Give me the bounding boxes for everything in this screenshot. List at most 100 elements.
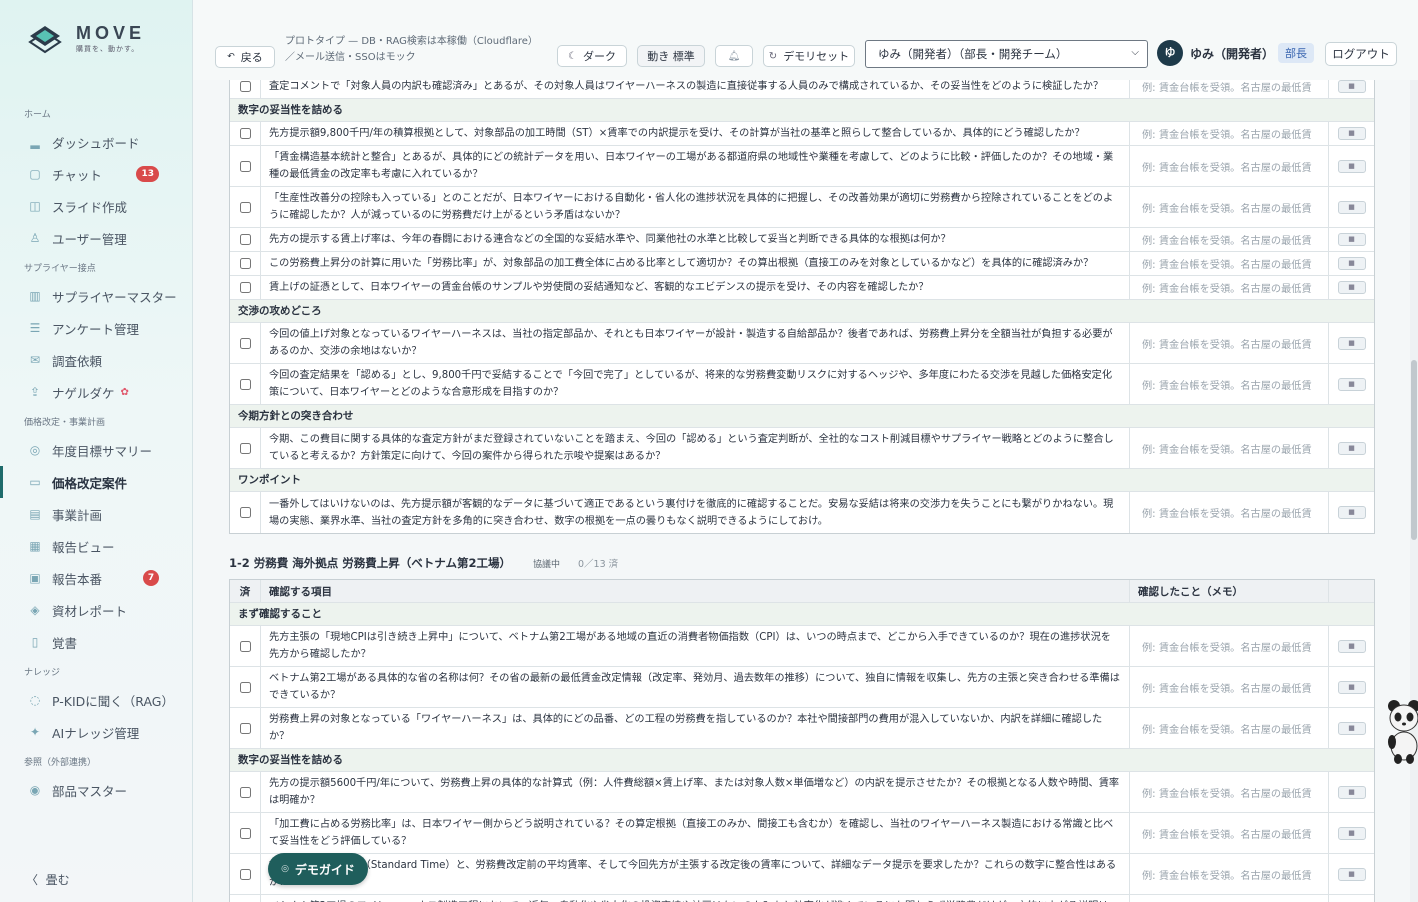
save-memo-button[interactable]: ■ xyxy=(1337,336,1366,350)
memo-input[interactable]: 例: 賃金台帳を受領。名古屋の最低賃 xyxy=(1130,187,1329,227)
action-cell: ■ xyxy=(1329,276,1374,299)
save-memo-button[interactable]: ■ xyxy=(1337,281,1366,294)
sidebar-item[interactable]: ♙ ユーザー管理 xyxy=(0,222,193,254)
save-memo-button[interactable]: ■ xyxy=(1337,200,1366,214)
done-checkbox[interactable] xyxy=(239,160,251,172)
save-memo-button[interactable]: ■ xyxy=(1337,506,1366,519)
dark-mode-button[interactable]: ☾ ダーク xyxy=(557,45,627,67)
memo-input[interactable]: 例: 賃金台帳を受領。名古屋の最低賃 xyxy=(1130,428,1329,468)
sidebar-item[interactable]: ☰ アンケート管理 xyxy=(0,312,193,344)
report-icon: ▦ xyxy=(29,539,41,553)
memo-input[interactable]: 例: 賃金台帳を受領。名古屋の最低賃 xyxy=(1130,276,1329,299)
done-checkbox[interactable] xyxy=(239,337,251,349)
sidebar-item[interactable]: ⇪ ナゲルダケ ✿ xyxy=(0,376,193,408)
done-checkbox[interactable] xyxy=(239,258,251,269)
memo-input[interactable]: 例: 賃金台帳を受領。名古屋の最低賃 xyxy=(1130,708,1329,748)
done-checkbox[interactable] xyxy=(239,234,251,245)
sidebar-item[interactable]: ▯ 覚書 xyxy=(0,626,193,658)
save-memo-button[interactable]: ■ xyxy=(1337,377,1366,391)
notification-button[interactable]: 🔔︎ xyxy=(715,45,753,67)
sidebar-item[interactable]: ✉ 調査依頼 xyxy=(0,344,193,376)
user-role-select-value: ゆみ（開発者）（部長・開発チーム） xyxy=(878,47,1068,61)
table-row: 先方の提示額5600千円/年について、労務費上昇の具体的な計算式（例：人件費総額… xyxy=(230,772,1374,813)
memo-input[interactable]: 例: 賃金台帳を受領。名古屋の最低賃 xyxy=(1130,228,1329,251)
memo-input[interactable]: 例: 賃金台帳を受領。名古屋の最低賃 xyxy=(1130,80,1329,98)
save-memo-button[interactable]: ■ xyxy=(1337,257,1366,270)
memo-input[interactable]: 例: 賃金台帳を受領。名古屋の最低賃 xyxy=(1130,323,1329,363)
brand-logo[interactable]: MOVE 購買を、動かす。 xyxy=(28,24,145,54)
sidebar-item[interactable]: ▥ サプライヤーマスター xyxy=(0,280,193,312)
back-button[interactable]: ↶ 戻る xyxy=(215,46,275,68)
memo-input[interactable]: 例: 賃金台帳を受領。名古屋の最低賃 xyxy=(1130,122,1329,145)
refresh-icon: ↻ xyxy=(768,50,778,62)
save-memo-button[interactable]: ■ xyxy=(1337,826,1366,840)
save-memo-button[interactable]: ■ xyxy=(1337,785,1366,799)
mail-icon: ✉ xyxy=(29,353,41,367)
save-memo-button[interactable]: ■ xyxy=(1337,680,1366,694)
done-cell xyxy=(230,895,261,902)
done-checkbox[interactable] xyxy=(239,378,251,390)
memo-input[interactable]: 例: 賃金台帳を受領。名古屋の最低賃 xyxy=(1130,895,1329,902)
sidebar-item[interactable]: ▂ ダッシュボード xyxy=(0,126,193,158)
memo-input[interactable]: 例: 賃金台帳を受領。名古屋の最低賃 xyxy=(1130,492,1329,533)
scrollbar-thumb[interactable] xyxy=(1411,360,1417,540)
sidebar-item[interactable]: ◎ 年度目標サマリー xyxy=(0,434,193,466)
done-cell xyxy=(230,252,261,275)
check-item-text: 査定コメントで「対象人員の内訳も確認済み」とあるが、その対象人員はワイヤーハーネ… xyxy=(261,80,1130,98)
save-memo-button[interactable]: ■ xyxy=(1337,867,1366,881)
memo-input[interactable]: 例: 賃金台帳を受領。名古屋の最低賃 xyxy=(1130,252,1329,275)
memo-input[interactable]: 例: 賃金台帳を受領。名古屋の最低賃 xyxy=(1130,626,1329,666)
done-checkbox[interactable] xyxy=(239,722,251,734)
panda-mascot-icon[interactable] xyxy=(1384,696,1418,766)
demo-reset-button[interactable]: ↻ デモリセット xyxy=(763,45,855,67)
save-memo-button[interactable]: ■ xyxy=(1337,80,1366,93)
plan-icon: ▤ xyxy=(29,507,41,521)
sidebar-item[interactable]: ▢ チャット 13 xyxy=(0,158,193,190)
avatar[interactable]: ゆ xyxy=(1157,40,1183,66)
memo-input[interactable]: 例: 賃金台帳を受領。名古屋の最低賃 xyxy=(1130,146,1329,186)
sidebar-item-label: 報告本番 xyxy=(52,571,103,587)
sidebar-item[interactable]: ▭ 価格改定案件 xyxy=(0,466,193,498)
notification-badge: 13 xyxy=(136,166,159,182)
save-memo-button[interactable]: ■ xyxy=(1337,233,1366,246)
sidebar-item[interactable]: ▣ 報告本番 7 xyxy=(0,562,193,594)
memo-input[interactable]: 例: 賃金台帳を受領。名古屋の最低賃 xyxy=(1130,667,1329,707)
sidebar-item[interactable]: ✦ AIナレッジ管理 xyxy=(0,716,193,748)
memo-input[interactable]: 例: 賃金台帳を受領。名古屋の最低賃 xyxy=(1130,813,1329,853)
done-checkbox[interactable] xyxy=(239,507,251,518)
table-row: 「生産性改善分の控除も入っている」とのことだが、日本ワイヤーにおける自動化・省人… xyxy=(230,187,1374,228)
sidebar-item[interactable]: ◈ 資材レポート xyxy=(0,594,193,626)
save-memo-button[interactable]: ■ xyxy=(1337,639,1366,653)
memo-input[interactable]: 例: 賃金台帳を受領。名古屋の最低賃 xyxy=(1130,772,1329,812)
user-role-select[interactable]: ゆみ（開発者）（部長・開発チーム） ⌵ xyxy=(865,40,1148,68)
collapse-sidebar-button[interactable]: 〈 畳む xyxy=(26,871,70,888)
done-checkbox[interactable] xyxy=(239,201,251,213)
save-memo-button[interactable]: ■ xyxy=(1337,721,1366,735)
sidebar-item[interactable]: ◉ 部品マスター xyxy=(0,774,193,806)
notification-badge: 7 xyxy=(143,570,159,586)
memo-input[interactable]: 例: 賃金台帳を受領。名古屋の最低賃 xyxy=(1130,364,1329,404)
save-memo-button[interactable]: ■ xyxy=(1337,441,1366,455)
sidebar-item[interactable]: ◌ P-KIDに聞く（RAG） xyxy=(0,684,193,716)
done-checkbox[interactable] xyxy=(239,868,251,880)
done-checkbox[interactable] xyxy=(239,640,251,652)
done-checkbox[interactable] xyxy=(239,827,251,839)
sidebar-item-label: スライド作成 xyxy=(52,199,128,215)
done-checkbox[interactable] xyxy=(239,681,251,693)
motion-button[interactable]: 動き 標準 xyxy=(637,45,705,67)
logout-button[interactable]: ログアウト xyxy=(1325,42,1397,66)
done-checkbox[interactable] xyxy=(239,128,251,139)
done-checkbox[interactable] xyxy=(239,786,251,798)
done-checkbox[interactable] xyxy=(239,442,251,454)
done-checkbox[interactable] xyxy=(239,282,251,293)
chart-icon: ▂ xyxy=(30,135,40,149)
done-checkbox[interactable] xyxy=(239,81,251,92)
chat-icon: ▢ xyxy=(29,167,41,181)
save-memo-button[interactable]: ■ xyxy=(1337,127,1366,140)
demo-guide-button[interactable]: ◎ デモガイド xyxy=(268,853,368,885)
save-memo-button[interactable]: ■ xyxy=(1337,159,1366,173)
sidebar-item[interactable]: ▤ 事業計画 xyxy=(0,498,193,530)
sidebar-item[interactable]: ◫ スライド作成 xyxy=(0,190,193,222)
memo-input[interactable]: 例: 賃金台帳を受領。名古屋の最低賃 xyxy=(1130,854,1329,894)
sidebar-item[interactable]: ▦ 報告ビュー xyxy=(0,530,193,562)
